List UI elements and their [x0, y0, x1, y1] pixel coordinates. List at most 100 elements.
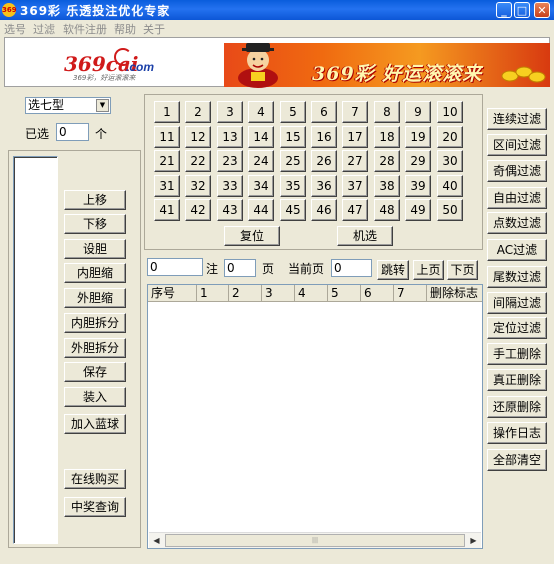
- number-button[interactable]: 32: [185, 175, 211, 197]
- number-button[interactable]: 18: [374, 126, 400, 148]
- number-button[interactable]: 6: [311, 101, 337, 123]
- position-filter-button[interactable]: 定位过滤: [487, 317, 547, 339]
- number-button[interactable]: 45: [280, 199, 306, 221]
- close-button[interactable]: ✕: [534, 2, 550, 18]
- load-button[interactable]: 装入: [64, 387, 126, 407]
- number-button[interactable]: 46: [311, 199, 337, 221]
- number-button[interactable]: 43: [217, 199, 243, 221]
- column-header-5[interactable]: 5: [328, 285, 361, 302]
- outer-banker-split-button[interactable]: 外胆拆分: [64, 338, 126, 358]
- maximize-button[interactable]: □: [514, 2, 530, 18]
- number-button[interactable]: 41: [154, 199, 180, 221]
- number-button[interactable]: 21: [154, 150, 180, 172]
- selected-count-field[interactable]: 0: [56, 123, 89, 141]
- menu-register[interactable]: 软件注册: [63, 21, 107, 37]
- tail-filter-button[interactable]: 尾数过滤: [487, 266, 547, 288]
- real-delete-button[interactable]: 真正删除: [487, 369, 547, 391]
- number-button[interactable]: 40: [437, 175, 463, 197]
- number-button[interactable]: 26: [311, 150, 337, 172]
- column-header-1[interactable]: 1: [197, 285, 229, 302]
- clear-all-button[interactable]: 全部清空: [487, 449, 547, 471]
- number-button[interactable]: 8: [374, 101, 400, 123]
- number-button[interactable]: 39: [405, 175, 431, 197]
- notes-count-field[interactable]: 0: [147, 258, 203, 276]
- number-button[interactable]: 44: [248, 199, 274, 221]
- scroll-right-icon[interactable]: ▶: [466, 533, 481, 548]
- number-button[interactable]: 13: [217, 126, 243, 148]
- number-button[interactable]: 38: [374, 175, 400, 197]
- selection-list[interactable]: [13, 156, 58, 544]
- results-table[interactable]: 序号 1 2 3 4 5 6 7 删除标志 ◀ ||| ▶: [147, 284, 483, 549]
- number-button[interactable]: 19: [405, 126, 431, 148]
- current-page-input[interactable]: 0: [331, 259, 372, 277]
- number-button[interactable]: 25: [280, 150, 306, 172]
- operation-log-button[interactable]: 操作日志: [487, 422, 547, 444]
- number-button[interactable]: 34: [248, 175, 274, 197]
- ac-filter-button[interactable]: AC过滤: [487, 239, 547, 261]
- number-button[interactable]: 47: [342, 199, 368, 221]
- number-button[interactable]: 7: [342, 101, 368, 123]
- outer-banker-shrink-button[interactable]: 外胆缩: [64, 288, 126, 308]
- range-filter-button[interactable]: 区间过滤: [487, 134, 547, 156]
- points-filter-button[interactable]: 点数过滤: [487, 212, 547, 234]
- free-filter-button[interactable]: 自由过滤: [487, 187, 547, 209]
- number-button[interactable]: 23: [217, 150, 243, 172]
- number-button[interactable]: 27: [342, 150, 368, 172]
- odd-even-filter-button[interactable]: 奇偶过滤: [487, 160, 547, 182]
- buy-online-button[interactable]: 在线购买: [64, 469, 126, 489]
- jump-button[interactable]: 跳转: [377, 260, 409, 280]
- random-pick-button[interactable]: 机选: [337, 226, 393, 246]
- column-header-index[interactable]: 序号: [148, 285, 197, 302]
- set-banker-button[interactable]: 设胆: [64, 239, 126, 259]
- number-button[interactable]: 24: [248, 150, 274, 172]
- prize-check-button[interactable]: 中奖查询: [64, 497, 126, 517]
- column-header-2[interactable]: 2: [229, 285, 262, 302]
- number-button[interactable]: 3: [217, 101, 243, 123]
- horizontal-scrollbar[interactable]: ◀ ||| ▶: [149, 532, 481, 548]
- number-button[interactable]: 35: [280, 175, 306, 197]
- number-button[interactable]: 49: [405, 199, 431, 221]
- column-header-4[interactable]: 4: [295, 285, 328, 302]
- inner-banker-shrink-button[interactable]: 内胆缩: [64, 263, 126, 283]
- prev-page-button[interactable]: 上页: [413, 260, 444, 280]
- move-up-button[interactable]: 上移: [64, 190, 126, 210]
- interval-filter-button[interactable]: 间隔过滤: [487, 292, 547, 314]
- save-button[interactable]: 保存: [64, 362, 126, 382]
- number-button[interactable]: 12: [185, 126, 211, 148]
- number-button[interactable]: 33: [217, 175, 243, 197]
- number-button[interactable]: 15: [280, 126, 306, 148]
- number-button[interactable]: 17: [342, 126, 368, 148]
- number-button[interactable]: 10: [437, 101, 463, 123]
- column-header-6[interactable]: 6: [361, 285, 394, 302]
- chevron-down-icon[interactable]: ▼: [96, 99, 109, 112]
- scroll-thumb[interactable]: |||: [165, 534, 465, 547]
- number-button[interactable]: 5: [280, 101, 306, 123]
- number-button[interactable]: 36: [311, 175, 337, 197]
- inner-banker-split-button[interactable]: 内胆拆分: [64, 313, 126, 333]
- column-header-7[interactable]: 7: [394, 285, 427, 302]
- next-page-button[interactable]: 下页: [447, 260, 478, 280]
- scroll-left-icon[interactable]: ◀: [149, 533, 164, 548]
- number-button[interactable]: 28: [374, 150, 400, 172]
- number-button[interactable]: 22: [185, 150, 211, 172]
- number-button[interactable]: 50: [437, 199, 463, 221]
- number-button[interactable]: 29: [405, 150, 431, 172]
- number-button[interactable]: 2: [185, 101, 211, 123]
- number-button[interactable]: 31: [154, 175, 180, 197]
- number-button[interactable]: 1: [154, 101, 180, 123]
- consecutive-filter-button[interactable]: 连续过滤: [487, 108, 547, 130]
- number-button[interactable]: 48: [374, 199, 400, 221]
- column-header-delete-flag[interactable]: 删除标志: [427, 285, 482, 302]
- restore-delete-button[interactable]: 还原删除: [487, 396, 547, 418]
- number-button[interactable]: 42: [185, 199, 211, 221]
- number-button[interactable]: 14: [248, 126, 274, 148]
- number-button[interactable]: 37: [342, 175, 368, 197]
- minimize-button[interactable]: _: [496, 2, 512, 18]
- column-header-3[interactable]: 3: [262, 285, 295, 302]
- pages-count-field[interactable]: 0: [224, 259, 256, 277]
- reset-button[interactable]: 复位: [224, 226, 280, 246]
- menu-about[interactable]: 关于: [143, 21, 165, 37]
- number-button[interactable]: 20: [437, 126, 463, 148]
- menu-select[interactable]: 选号: [4, 21, 26, 37]
- lottery-type-select[interactable]: 选七型 ▼: [25, 97, 111, 114]
